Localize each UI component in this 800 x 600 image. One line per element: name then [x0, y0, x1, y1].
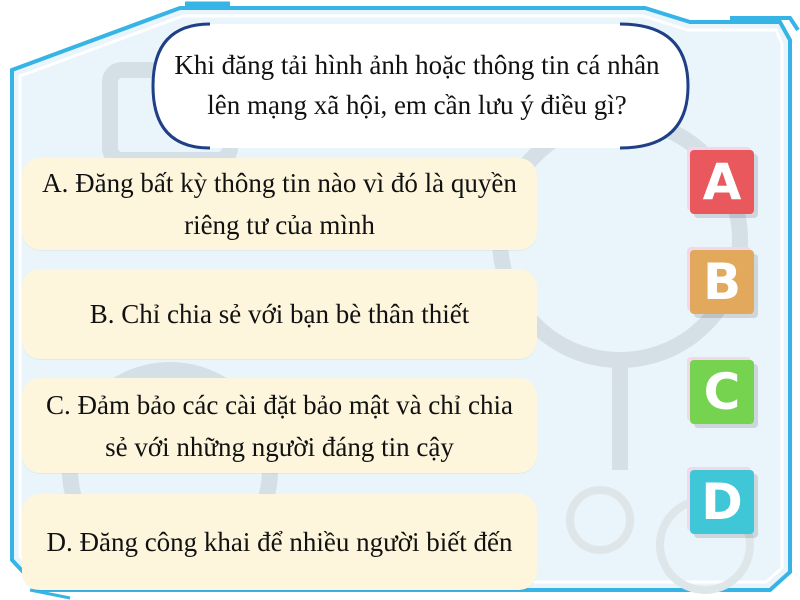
answer-option-a[interactable]: A. Đăng bất kỳ thông tin nào vì đó là qu… [22, 158, 537, 250]
answer-button-b[interactable]: B [684, 244, 757, 317]
answer-c-text: C. Đảm bảo các cài đặt bảo mật và chỉ ch… [45, 389, 514, 462]
answer-option-c[interactable]: C. Đảm bảo các cài đặt bảo mật và chỉ ch… [22, 378, 537, 473]
answer-option-d[interactable]: D. Đăng công khai để nhiều người biết đế… [22, 494, 537, 590]
answer-button-d[interactable]: D [684, 464, 757, 537]
answer-d-text: D. Đăng công khai để nhiều người biết đế… [46, 527, 513, 557]
question-line-1: Khi đăng tải hình ảnh hoặc thông tin cá … [174, 49, 660, 80]
question-text: Khi đăng tải hình ảnh hoặc thông tin cá … [152, 22, 682, 147]
answer-option-b[interactable]: B. Chỉ chia sẻ với bạn bè thân thiết [22, 269, 537, 359]
answer-a-text: A. Đăng bất kỳ thông tin nào vì đó là qu… [42, 168, 517, 240]
answer-b-text: B. Chỉ chia sẻ với bạn bè thân thiết [89, 299, 470, 329]
answer-button-a[interactable]: A [684, 144, 757, 217]
answer-button-c[interactable]: C [684, 354, 757, 427]
question-line-2: lên mạng xã hội, em cần lưu ý điều gì? [207, 89, 627, 120]
